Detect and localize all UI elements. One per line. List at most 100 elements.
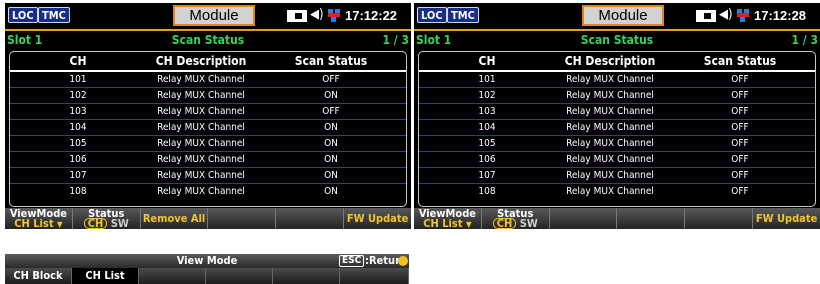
view-mode-options: CH Block CH List <box>5 268 409 284</box>
table-row[interactable]: 102 Relay MUX Channel OFF <box>419 88 815 104</box>
fw-update-softkey[interactable]: FW Update <box>344 208 411 229</box>
esc-key[interactable]: ESC <box>339 255 365 267</box>
cell-description: Relay MUX Channel <box>157 106 245 117</box>
table-row[interactable]: 101 Relay MUX Channel OFF <box>10 72 406 88</box>
viewmode-value: CH List <box>423 217 463 229</box>
cell-status: OFF <box>731 90 749 101</box>
col-ch: CH <box>69 54 87 68</box>
cell-description: Relay MUX Channel <box>157 170 245 181</box>
cell-status: OFF <box>731 122 749 133</box>
scan-status-title: Scan Status <box>171 33 245 47</box>
page-indicator: 1 / 3 <box>791 33 818 47</box>
table-header: CH CH Description Scan Status <box>419 52 815 72</box>
cell-description: Relay MUX Channel <box>157 74 245 85</box>
viewmode-softkey[interactable]: ViewMode CH List ▼ <box>414 208 482 229</box>
cell-ch: 105 <box>69 138 87 149</box>
tmc-badge: TMC <box>38 7 70 23</box>
softkey-bar: ViewMode CH List ▼ Status CH SW Remove A… <box>5 208 411 229</box>
table-row[interactable]: 104 Relay MUX Channel ON <box>10 120 406 136</box>
table-row[interactable]: 103 Relay MUX Channel OFF <box>10 104 406 120</box>
cell-description: Relay MUX Channel <box>566 106 654 117</box>
view-mode-header: View Mode ESC :Return <box>5 254 409 268</box>
slot-label: Slot 1 <box>416 33 452 47</box>
empty-softkey[interactable] <box>208 208 277 229</box>
empty-softkey[interactable] <box>276 208 345 229</box>
table-row[interactable]: 107 Relay MUX Channel OFF <box>419 168 815 184</box>
option-ch-block[interactable]: CH Block <box>5 268 72 284</box>
cell-status: OFF <box>322 106 340 117</box>
clock: 17:12:28 <box>754 8 807 23</box>
table-row[interactable]: 106 Relay MUX Channel OFF <box>419 152 815 168</box>
col-ch: CH <box>478 54 496 68</box>
page-indicator: 1 / 3 <box>382 33 409 47</box>
table-row[interactable]: 105 Relay MUX Channel OFF <box>419 136 815 152</box>
empty-softkey[interactable] <box>550 208 618 229</box>
viewmode-value-row: CH List ▼ <box>5 218 72 229</box>
remove-all-softkey[interactable]: Remove All <box>141 208 209 229</box>
status-sw: SW <box>110 217 129 229</box>
cell-ch: 103 <box>478 106 496 117</box>
status-softkey[interactable]: Status CH SW <box>73 208 141 229</box>
cell-status: OFF <box>731 154 749 165</box>
display-icon <box>287 10 307 22</box>
cell-ch: 105 <box>478 138 496 149</box>
status-value-row: CH SW <box>73 218 140 229</box>
fw-update-label: FW Update <box>755 212 818 225</box>
cell-ch: 108 <box>69 186 87 197</box>
cell-ch: 107 <box>478 170 496 181</box>
cell-ch: 106 <box>478 154 496 165</box>
cell-description: Relay MUX Channel <box>157 186 245 197</box>
slot-header: Scan Status Slot 1 1 / 3 <box>5 31 411 49</box>
remove-all-label: Remove All <box>142 212 206 225</box>
table-row[interactable]: 105 Relay MUX Channel ON <box>10 136 406 152</box>
empty-option[interactable] <box>273 268 340 284</box>
status-softkey[interactable]: Status CH SW <box>482 208 550 229</box>
empty-softkey[interactable] <box>617 208 686 229</box>
fw-update-label: FW Update <box>346 212 409 225</box>
option-ch-list[interactable]: CH List <box>72 268 139 284</box>
channel-table: CH CH Description Scan Status 101 Relay M… <box>418 51 816 207</box>
status-bar: LOC TMC Module ◀) 17:12:22 <box>5 3 411 29</box>
empty-option[interactable] <box>206 268 273 284</box>
lan-disconnected-icon <box>328 9 340 23</box>
slot-label: Slot 1 <box>7 33 43 47</box>
cell-status: ON <box>324 186 338 197</box>
loc-badge: LOC <box>8 7 38 23</box>
col-description: CH Description <box>564 54 656 68</box>
cell-description: Relay MUX Channel <box>157 138 245 149</box>
status-ch-selected: CH <box>83 218 108 229</box>
module-title: Module <box>173 5 255 26</box>
viewmode-value: CH List <box>14 217 54 229</box>
cell-status: OFF <box>322 74 340 85</box>
col-description: CH Description <box>155 54 247 68</box>
cell-ch: 101 <box>69 74 87 85</box>
softkey-bar: ViewMode CH List ▼ Status CH SW FW Updat… <box>414 208 820 229</box>
table-row[interactable]: 102 Relay MUX Channel ON <box>10 88 406 104</box>
empty-option[interactable] <box>139 268 206 284</box>
loc-badge: LOC <box>417 7 447 23</box>
empty-option[interactable] <box>340 268 409 284</box>
table-row[interactable]: 104 Relay MUX Channel OFF <box>419 120 815 136</box>
cell-ch: 108 <box>478 186 496 197</box>
viewmode-softkey[interactable]: ViewMode CH List ▼ <box>5 208 73 229</box>
module-title: Module <box>582 5 664 26</box>
chevron-down-icon: ▼ <box>57 220 63 229</box>
table-row[interactable]: 106 Relay MUX Channel ON <box>10 152 406 168</box>
table-row[interactable]: 103 Relay MUX Channel OFF <box>419 104 815 120</box>
cell-status: OFF <box>731 170 749 181</box>
cell-status: ON <box>324 170 338 181</box>
cell-ch: 101 <box>478 74 496 85</box>
col-scan-status: Scan Status <box>294 54 368 68</box>
channel-table: CH CH Description Scan Status 101 Relay M… <box>9 51 407 207</box>
table-row[interactable]: 108 Relay MUX Channel ON <box>10 184 406 199</box>
cell-description: Relay MUX Channel <box>566 170 654 181</box>
status-bar: LOC TMC Module ◀) 17:12:28 <box>414 3 820 29</box>
table-row[interactable]: 107 Relay MUX Channel ON <box>10 168 406 184</box>
clock: 17:12:22 <box>345 8 398 23</box>
fw-update-softkey[interactable]: FW Update <box>753 208 820 229</box>
table-row[interactable]: 108 Relay MUX Channel OFF <box>419 184 815 199</box>
table-row[interactable]: 101 Relay MUX Channel OFF <box>419 72 815 88</box>
cell-description: Relay MUX Channel <box>566 138 654 149</box>
status-icons: ◀) <box>287 7 343 25</box>
empty-softkey[interactable] <box>685 208 754 229</box>
